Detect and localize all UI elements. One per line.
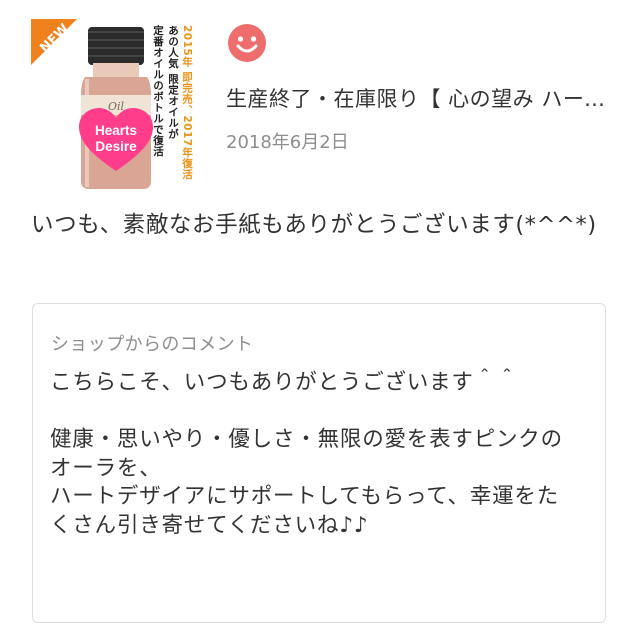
- caption-vertical-line3: 定番オイルのボトルで復活: [152, 25, 164, 157]
- smiley-icon: [228, 24, 266, 62]
- review-date: 2018年6月2日: [226, 132, 349, 153]
- shop-comment-box: ショップからのコメント こちらこそ、いつもありがとうございます＾＾ 健康・思いや…: [32, 303, 606, 623]
- product-thumbnail[interactable]: Oil NEW Hearts Desire 2015年 即完売、2017年復活 …: [31, 19, 201, 189]
- shop-comment-text: こちらこそ、いつもありがとうございます＾＾ 健康・思いやり・優しさ・無限の愛を表…: [50, 370, 563, 538]
- shop-comment-label: ショップからのコメント: [51, 334, 254, 355]
- heart-label-line2: Desire: [95, 139, 137, 154]
- review-text: いつも、素敵なお手紙もありがとうございます(*^^*): [31, 212, 597, 238]
- caption-vertical-orange: 2015年 即完売、2017年復活: [181, 25, 193, 180]
- item-title-link[interactable]: 生産終了・在庫限り【 心の望み ハーツデザイア 】: [226, 83, 606, 113]
- heart-label-line1: Hearts: [94, 123, 138, 138]
- caption-vertical-line2: あの人気 限定オイルが: [167, 25, 179, 140]
- bottle-label: Oil: [108, 100, 125, 113]
